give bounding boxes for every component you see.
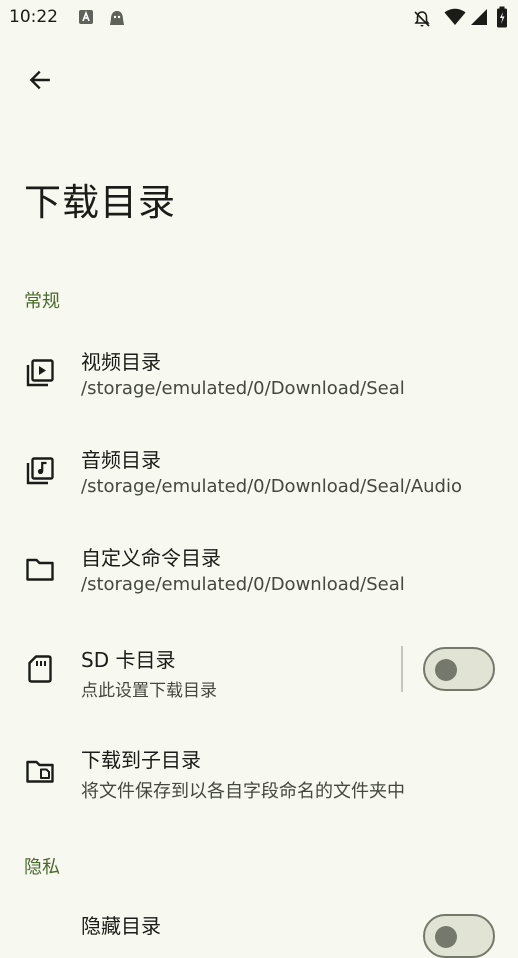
section-header-general: 常规 xyxy=(24,291,60,312)
font-app-notification-icon xyxy=(78,9,94,29)
page-title: 下载目录 xyxy=(24,181,176,224)
notifications-off-icon xyxy=(412,9,432,33)
subdirectory-subtitle: 将文件保存到以各自字段命名的文件夹中 xyxy=(81,781,405,802)
library-music-icon xyxy=(24,455,56,487)
wifi-icon xyxy=(444,8,466,30)
video-directory-path: /storage/emulated/0/Download/Seal xyxy=(81,378,405,399)
folder-subdirectory-icon xyxy=(24,755,56,787)
custom-command-directory-title: 自定义命令目录 xyxy=(81,546,221,570)
hidden-directory-switch[interactable] xyxy=(423,914,495,958)
status-time: 10:22 xyxy=(9,7,58,27)
custom-command-directory-path: /storage/emulated/0/Download/Seal xyxy=(81,574,405,595)
back-button[interactable] xyxy=(18,58,62,102)
switch-thumb xyxy=(435,926,457,948)
video-directory-item[interactable]: 视频目录 /storage/emulated/0/Download/Seal xyxy=(0,330,518,426)
folder-icon xyxy=(24,553,56,585)
section-header-privacy: 隐私 xyxy=(24,857,60,878)
sd-card-directory-item[interactable]: SD 卡目录 点此设置下载目录 xyxy=(0,624,518,720)
app-notification-icon xyxy=(108,9,126,31)
hidden-directory-title: 隐藏目录 xyxy=(81,914,161,938)
battery-icon xyxy=(496,6,508,32)
subdirectory-title: 下载到子目录 xyxy=(81,748,201,772)
subdirectory-item[interactable]: 下载到子目录 将文件保存到以各自字段命名的文件夹中 xyxy=(0,724,518,820)
audio-directory-path: /storage/emulated/0/Download/Seal/Audio xyxy=(81,476,462,497)
cellular-signal-icon xyxy=(470,8,488,30)
video-library-icon xyxy=(24,357,56,389)
custom-command-directory-item[interactable]: 自定义命令目录 /storage/emulated/0/Download/Sea… xyxy=(0,526,518,622)
sd-card-directory-subtitle: 点此设置下载目录 xyxy=(81,681,217,701)
sd-card-directory-title: SD 卡目录 xyxy=(81,648,176,672)
divider xyxy=(401,646,403,692)
sd-card-icon xyxy=(24,653,56,685)
audio-directory-item[interactable]: 音频目录 /storage/emulated/0/Download/Seal/A… xyxy=(0,428,518,524)
video-directory-title: 视频目录 xyxy=(81,350,161,374)
switch-thumb xyxy=(435,659,457,681)
hidden-directory-item[interactable]: 隐藏目录 xyxy=(0,896,518,958)
sd-card-switch[interactable] xyxy=(423,647,495,691)
arrow-back-icon xyxy=(29,70,50,90)
audio-directory-title: 音频目录 xyxy=(81,448,161,472)
status-bar: 10:22 xyxy=(0,0,518,36)
